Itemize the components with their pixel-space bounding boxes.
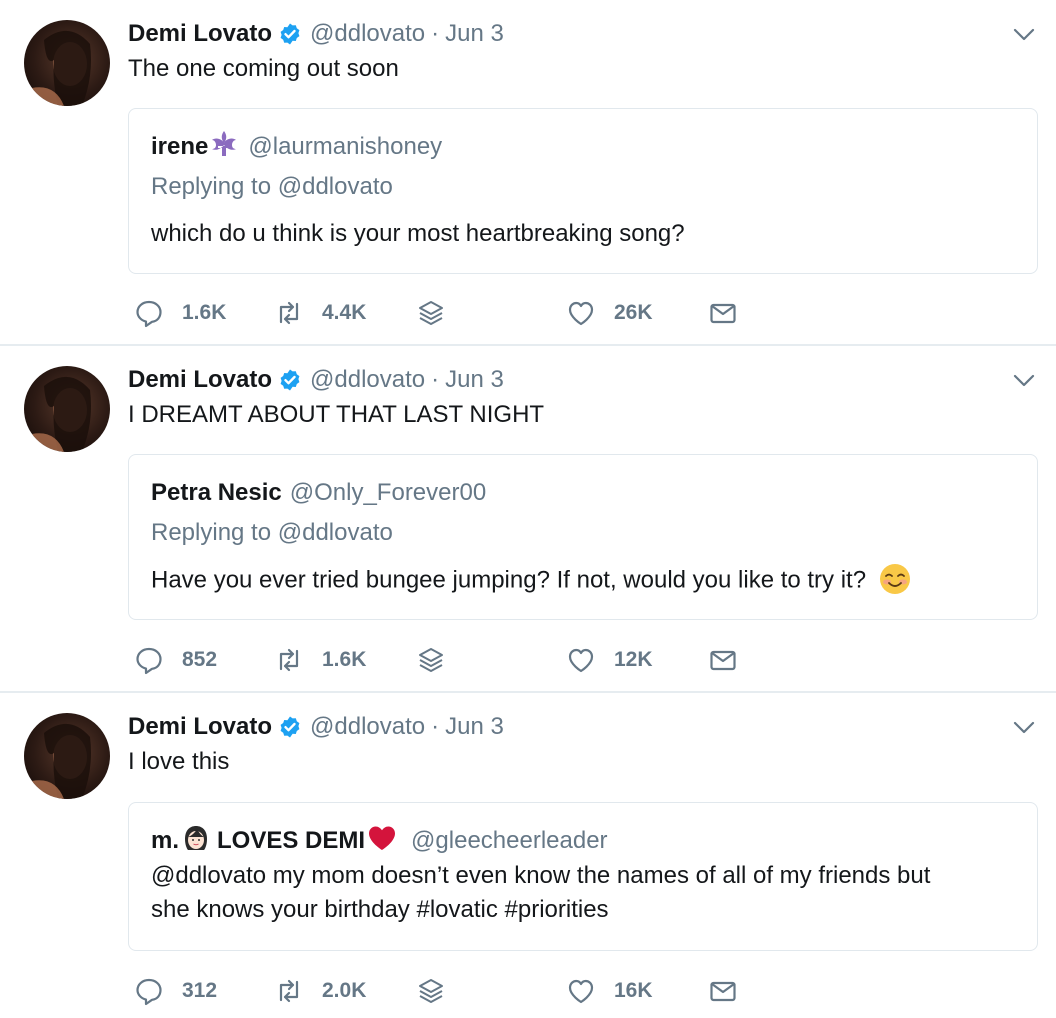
like-count: 12K — [614, 648, 653, 671]
tweet[interactable]: Demi Lovato @ddlovato · Jun 3 I DREAMT A… — [0, 346, 1056, 692]
reply-count: 1.6K — [182, 301, 227, 324]
heart-icon — [568, 979, 594, 1004]
reply-button[interactable]: 852 — [134, 643, 217, 677]
quoted-tweet-text: Have you ever tried bungee jumping? If n… — [151, 563, 911, 599]
quoted-author-handle: @laurmanishoney — [248, 133, 443, 160]
tweet-text: The one coming out soon — [128, 55, 399, 82]
heart-icon — [568, 648, 594, 673]
envelope-icon — [710, 650, 736, 671]
replying-prefix: Replying to — [151, 519, 272, 546]
reply-button[interactable]: 1.6K — [134, 296, 226, 330]
layers-button[interactable] — [416, 974, 446, 1008]
reply-count: 312 — [182, 979, 218, 1002]
separator: · — [431, 20, 440, 47]
layers-button[interactable] — [416, 296, 446, 330]
direct-message-button[interactable] — [708, 643, 738, 677]
chevron-down-icon[interactable] — [1012, 24, 1036, 44]
retweet-count: 2.0K — [322, 979, 367, 1002]
replying-handle: @ddlovato — [277, 173, 393, 200]
tweet-header: Demi Lovato @ddlovato · Jun 3 — [128, 711, 504, 743]
author-handle[interactable]: @ddlovato — [310, 713, 425, 741]
author-handle[interactable]: @ddlovato — [310, 366, 425, 394]
fleur-de-lis-icon — [208, 129, 240, 166]
author-name[interactable]: Demi Lovato — [128, 366, 272, 394]
reply-icon — [136, 647, 162, 675]
retweet-icon — [279, 301, 299, 325]
retweet-button[interactable]: 2.0K — [274, 974, 366, 1008]
red-heart-icon — [365, 824, 397, 859]
quoted-tweet-line: Have you ever tried bungee jumping? If n… — [151, 566, 867, 594]
reply-count: 852 — [182, 648, 218, 671]
author-handle[interactable]: @ddlovato — [310, 20, 425, 48]
replying-to: Replying to @ddlovato — [151, 173, 393, 201]
layers-button[interactable] — [416, 643, 446, 677]
avatar[interactable] — [24, 713, 110, 799]
quoted-author-name: Petra Nesic — [151, 479, 282, 506]
quoted-tweet-text-line-1: @ddlovato my mom doesn’t even know the n… — [151, 862, 931, 889]
retweet-count: 4.4K — [322, 301, 367, 324]
quoted-tweet[interactable]: Petra Nesic @Only_Forever00 Replying to … — [128, 454, 1038, 620]
reply-icon — [136, 300, 162, 328]
reply-icon — [136, 978, 162, 1006]
tweet[interactable]: Demi Lovato @ddlovato · Jun 3 The one co… — [0, 0, 1056, 345]
tweet[interactable]: Demi Lovato @ddlovato · Jun 3 I love thi… — [0, 693, 1056, 1018]
quoted-author-handle: @gleecheerleader — [411, 827, 608, 854]
quoted-tweet[interactable]: irene @laurmanishoney Replying to @ddlov… — [128, 108, 1038, 274]
tweet-text: I love this — [128, 748, 230, 775]
verified-badge-icon — [278, 368, 302, 392]
tweet-actions: 312 2.0K 16K — [130, 974, 930, 1008]
retweet-count: 1.6K — [322, 648, 367, 671]
author-name[interactable]: Demi Lovato — [128, 20, 272, 48]
retweet-icon — [279, 648, 299, 672]
retweet-icon — [279, 979, 299, 1003]
heart-icon — [568, 301, 594, 326]
quoted-author-name: irene — [151, 133, 209, 160]
tweet-date[interactable]: Jun 3 — [445, 20, 504, 48]
quoted-tweet-text-line-2: she knows your birthday #lovatic #priori… — [151, 896, 609, 923]
layers-icon — [419, 301, 443, 325]
replying-to: Replying to @ddlovato — [151, 519, 393, 547]
tweet-date[interactable]: Jun 3 — [445, 366, 504, 394]
tweet-header: Demi Lovato @ddlovato · Jun 3 — [128, 364, 504, 396]
direct-message-button[interactable] — [708, 296, 738, 330]
separator: · — [431, 366, 440, 393]
quoted-tweet-text: which do u think is your most heartbreak… — [151, 220, 685, 247]
chevron-down-icon[interactable] — [1012, 370, 1036, 390]
quoted-author-name-prefix: m. — [151, 827, 180, 854]
layers-icon — [419, 979, 443, 1003]
tweet-header: Demi Lovato @ddlovato · Jun 3 — [128, 18, 504, 50]
verified-badge-icon — [278, 715, 302, 739]
tweet-date[interactable]: Jun 3 — [445, 713, 504, 741]
avatar[interactable] — [24, 20, 110, 106]
like-button[interactable]: 16K — [566, 974, 653, 1008]
quoted-tweet[interactable]: m. LOVES DEMI @gleecheerleader @ddlovato… — [128, 802, 1038, 951]
reply-button[interactable]: 312 — [134, 974, 217, 1008]
envelope-icon — [710, 303, 736, 324]
smiling-face-icon — [873, 563, 911, 599]
like-button[interactable]: 12K — [566, 643, 653, 677]
replying-handle: @ddlovato — [277, 519, 393, 546]
separator: · — [431, 713, 440, 740]
quoted-author-handle: @Only_Forever00 — [289, 479, 487, 506]
avatar[interactable] — [24, 366, 110, 452]
layers-icon — [419, 648, 443, 672]
verified-badge-icon — [278, 22, 302, 46]
direct-message-button[interactable] — [708, 974, 738, 1008]
like-count: 16K — [614, 979, 653, 1002]
retweet-button[interactable]: 1.6K — [274, 643, 366, 677]
chevron-down-icon[interactable] — [1012, 717, 1036, 737]
retweet-button[interactable]: 4.4K — [274, 296, 366, 330]
tweet-actions: 852 1.6K 12K — [130, 643, 930, 677]
like-count: 26K — [614, 301, 653, 324]
author-name[interactable]: Demi Lovato — [128, 713, 272, 741]
replying-prefix: Replying to — [151, 173, 272, 200]
tweet-text: I DREAMT ABOUT THAT LAST NIGHT — [128, 401, 545, 428]
envelope-icon — [710, 981, 736, 1002]
like-button[interactable]: 26K — [566, 296, 653, 330]
quoted-author-name-suffix: LOVES DEMI — [217, 827, 366, 854]
woman-face-icon — [179, 823, 217, 860]
tweet-actions: 1.6K 4.4K 26K — [130, 296, 930, 330]
